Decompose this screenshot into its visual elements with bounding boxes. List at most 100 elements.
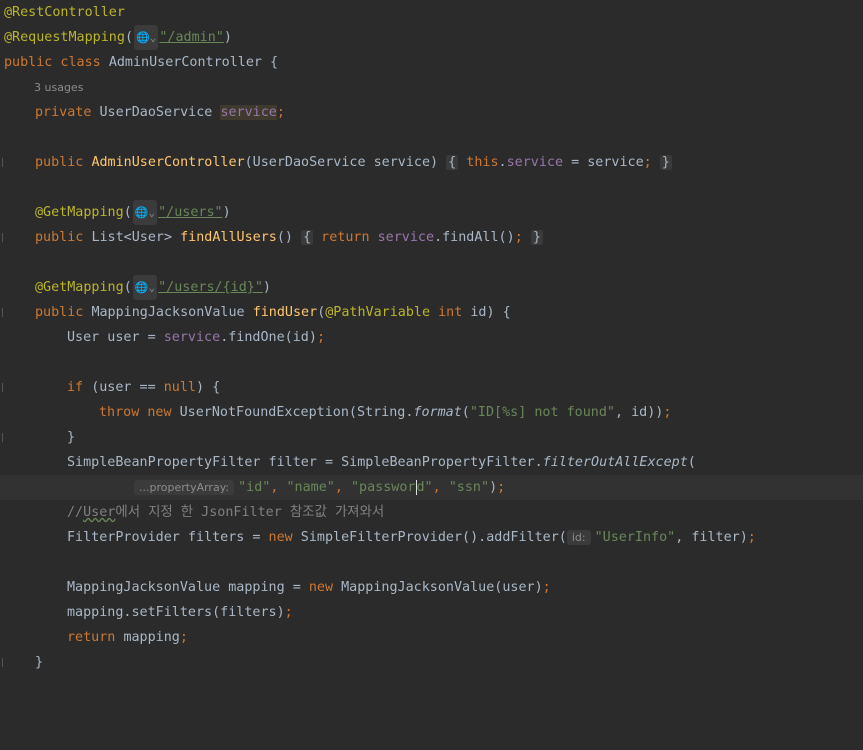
paren: ) — [223, 30, 232, 45]
keyword: if — [67, 380, 92, 395]
code-line-13[interactable]: public MappingJacksonValue findUser(@Pat… — [0, 300, 863, 325]
url-literal[interactable]: "/admin" — [159, 30, 224, 45]
paren: ) — [489, 480, 498, 495]
annotation: @RestController — [4, 5, 125, 20]
code-line-24[interactable]: MappingJacksonValue mapping = new Mappin… — [0, 575, 863, 600]
comma: , — [334, 480, 351, 495]
comma: , — [270, 480, 287, 495]
code-line-3[interactable]: public class AdminUserController { — [0, 50, 863, 75]
code-text: .findAll() — [434, 230, 515, 245]
semicolon: ; — [663, 405, 672, 420]
comma: , — [432, 480, 449, 495]
code-line-20-current[interactable]: ...propertyArray: "id", "name", "password… — [0, 475, 863, 500]
type-name: List<User> — [91, 230, 181, 245]
keyword: throw new — [99, 405, 180, 420]
web-link-icon[interactable]: 🌐⌄ — [132, 200, 158, 225]
fold-marker[interactable] — [2, 658, 3, 667]
code-text: (user == — [91, 380, 164, 395]
paren: ( — [687, 455, 696, 470]
code-line-14[interactable]: User user = service.findOne(id); — [0, 325, 863, 350]
static-method: filterOutAllExcept — [542, 455, 688, 470]
code-line-5[interactable]: private UserDaoService service; — [0, 100, 863, 125]
annotation: @GetMapping — [35, 280, 124, 295]
code-line-9[interactable]: @GetMapping(🌐⌄ "/users") — [0, 200, 863, 225]
code-line-10[interactable]: public List<User> findAllUsers() { retur… — [0, 225, 863, 250]
semicolon: ; — [316, 330, 325, 345]
string-literal: "UserInfo" — [594, 530, 676, 545]
string-literal: "name" — [286, 480, 335, 495]
code-text: FilterProvider filters = — [67, 530, 269, 545]
web-link-icon[interactable]: 🌐⌄ — [132, 275, 158, 300]
paren: ) — [222, 205, 231, 220]
code-text: ) { — [196, 380, 221, 395]
semicolon: ; — [747, 530, 756, 545]
string-literal: d" — [416, 480, 433, 495]
method-name: AdminUserController — [91, 155, 245, 170]
keyword: public class — [4, 55, 109, 70]
code-text: mapping.setFilters(filters) — [67, 605, 285, 620]
fold-marker[interactable] — [2, 308, 3, 317]
field-name: service — [163, 330, 221, 345]
code-text: , id)) — [614, 405, 664, 420]
code-line-27[interactable]: } — [0, 650, 863, 675]
code-text: UserNotFoundException(String. — [179, 405, 414, 420]
brace: } — [659, 155, 672, 170]
code-line-21[interactable]: //User에서 지정 한 JsonFilter 참조값 가져와서 — [0, 500, 863, 525]
web-link-icon[interactable]: 🌐⌄ — [134, 25, 159, 50]
code-line-22[interactable]: FilterProvider filters = new SimpleFilte… — [0, 525, 863, 550]
field-name: service — [220, 105, 277, 120]
usages-hint-line: 3 usages — [0, 75, 863, 100]
code-text: id) { — [470, 305, 511, 320]
fold-marker[interactable] — [2, 233, 3, 242]
method-name: findUser — [252, 305, 318, 320]
string-literal: "ssn" — [448, 480, 490, 495]
keyword: public — [35, 230, 92, 245]
code-line-16[interactable]: if (user == null) { — [0, 375, 863, 400]
code-line-2[interactable]: @RequestMapping(🌐⌄ "/admin") — [0, 25, 863, 50]
code-line-19[interactable]: SimpleBeanPropertyFilter filter = Simple… — [0, 450, 863, 475]
semicolon: ; — [276, 105, 285, 120]
semicolon: ; — [497, 480, 506, 495]
code-line-7[interactable]: public AdminUserController(UserDaoServic… — [0, 150, 863, 175]
comment-typo: User — [83, 505, 116, 520]
paren: ( — [123, 205, 132, 220]
annotation: @GetMapping — [35, 205, 124, 220]
dot: . — [498, 155, 507, 170]
fold-marker[interactable] — [2, 158, 3, 167]
code-line-26[interactable]: return mapping; — [0, 625, 863, 650]
paren: () — [276, 230, 302, 245]
paren: ( — [461, 405, 470, 420]
keyword: this — [458, 155, 499, 170]
paren: ( — [123, 280, 132, 295]
usages-hint[interactable]: 3 usages — [34, 75, 83, 100]
url-literal[interactable]: "/users" — [158, 205, 223, 220]
url-literal[interactable]: "/users/{id}" — [158, 280, 263, 295]
keyword: private — [35, 105, 100, 120]
code-line-18[interactable]: } — [0, 425, 863, 450]
code-text: , filter) — [675, 530, 748, 545]
paren: ) — [262, 280, 271, 295]
semicolon: ; — [179, 630, 188, 645]
fold-marker[interactable] — [2, 433, 3, 442]
field-name: service — [506, 155, 564, 170]
code-line-17[interactable]: throw new UserNotFoundException(String.f… — [0, 400, 863, 425]
code-text: User user = — [67, 330, 164, 345]
string-literal: "passwor — [351, 480, 416, 495]
param-hint: ...propertyArray: — [134, 480, 235, 495]
semicolon: ; — [284, 605, 293, 620]
code-editor[interactable]: @RestController @RequestMapping(🌐⌄ "/admi… — [0, 0, 863, 683]
code-line-12[interactable]: @GetMapping(🌐⌄ "/users/{id}") — [0, 275, 863, 300]
semicolon: ; — [514, 230, 523, 245]
keyword: null — [163, 380, 196, 395]
type-name: MappingJacksonValue — [91, 305, 253, 320]
fold-marker[interactable] — [2, 383, 3, 392]
comment: // — [67, 505, 84, 520]
code-line-1[interactable]: @RestController — [0, 0, 863, 25]
keyword: public — [35, 305, 92, 320]
code-text: .findOne(id) — [220, 330, 317, 345]
string-literal: "ID[%s] not found" — [469, 405, 615, 420]
annotation: @RequestMapping — [4, 30, 125, 45]
param-hint: id: — [566, 530, 591, 545]
code-line-25[interactable]: mapping.setFilters(filters); — [0, 600, 863, 625]
brace: { — [446, 155, 459, 170]
